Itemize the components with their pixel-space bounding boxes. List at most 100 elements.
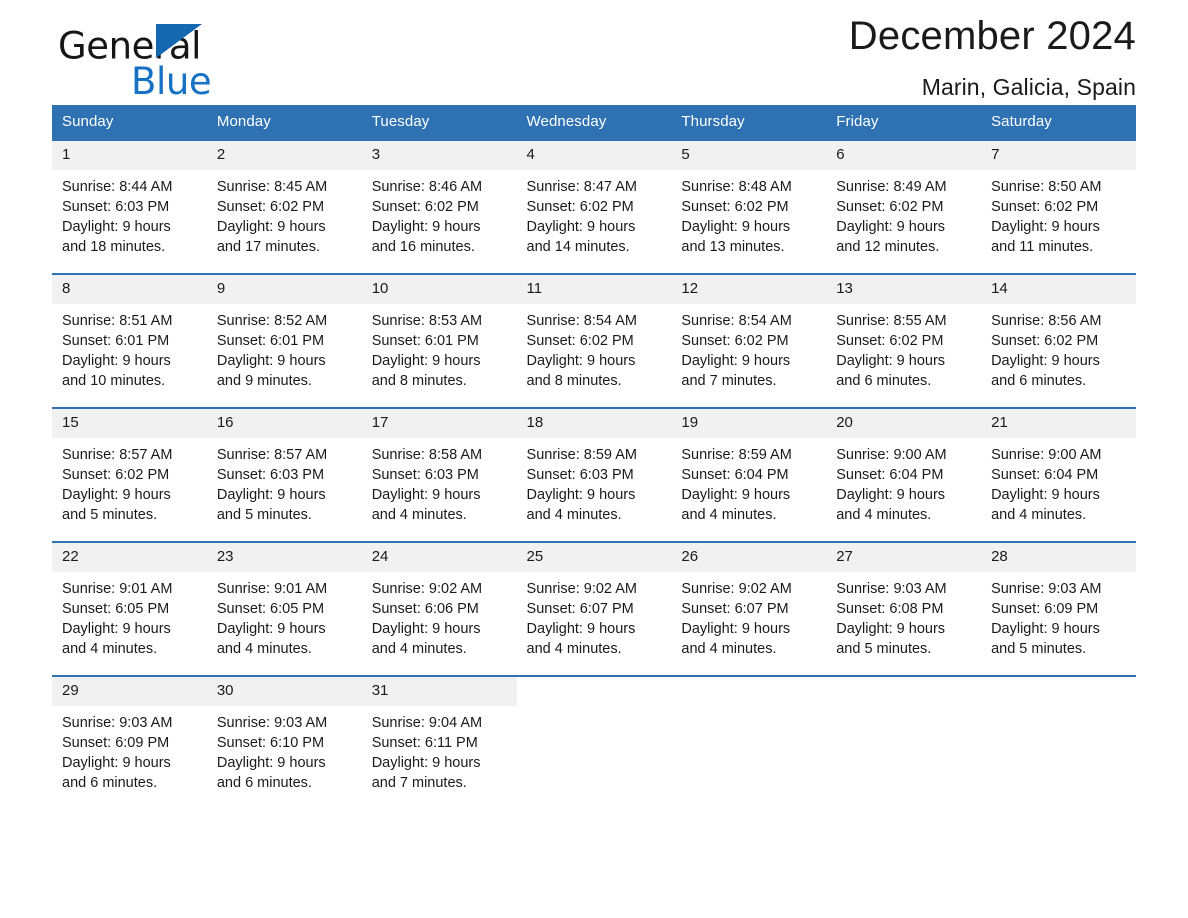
- daylight-text-line2: and 6 minutes.: [62, 774, 158, 791]
- day-number-blank: [516, 677, 672, 703]
- sunset-text: Sunset: 6:02 PM: [991, 198, 1099, 215]
- day-cell[interactable]: 3 Sunrise: 8:46 AM Sunset: 6:02 PM Dayli…: [361, 139, 517, 274]
- generalblue-logo[interactable]: General Blue: [58, 6, 318, 103]
- weekday-header-saturday: Saturday: [981, 105, 1136, 140]
- day-details: Sunrise: 9:04 AM Sunset: 6:11 PM Dayligh…: [362, 706, 517, 793]
- sunset-text: Sunset: 6:02 PM: [681, 198, 789, 215]
- day-cell[interactable]: 28 Sunrise: 9:03 AM Sunset: 6:09 PM Dayl…: [981, 541, 1136, 676]
- weekday-header-tuesday: Tuesday: [361, 105, 517, 140]
- sunrise-text: Sunrise: 8:58 AM: [371, 446, 483, 463]
- day-number: 24: [361, 543, 517, 572]
- daylight-text-line1: Daylight: 9 hours: [62, 486, 171, 503]
- logo-text-blue: Blue: [131, 60, 212, 103]
- day-number: 23: [206, 543, 362, 572]
- day-number: 21: [981, 409, 1136, 438]
- week-row-5: 29 Sunrise: 9:03 AM Sunset: 6:09 PM Dayl…: [52, 675, 1136, 810]
- day-number: 3: [361, 141, 517, 170]
- day-details: Sunrise: 9:00 AM Sunset: 6:04 PM Dayligh…: [826, 438, 981, 525]
- day-details: Sunrise: 9:03 AM Sunset: 6:09 PM Dayligh…: [981, 572, 1136, 659]
- day-cell[interactable]: 21 Sunrise: 9:00 AM Sunset: 6:04 PM Dayl…: [981, 407, 1136, 542]
- sunrise-text: Sunrise: 8:47 AM: [526, 178, 637, 195]
- day-cell[interactable]: 15 Sunrise: 8:57 AM Sunset: 6:02 PM Dayl…: [52, 407, 207, 542]
- day-cell[interactable]: 20 Sunrise: 9:00 AM Sunset: 6:04 PM Dayl…: [826, 407, 982, 542]
- day-cell[interactable]: 11 Sunrise: 8:54 AM Sunset: 6:02 PM Dayl…: [516, 273, 672, 408]
- day-cell[interactable]: 22 Sunrise: 9:01 AM Sunset: 6:05 PM Dayl…: [52, 541, 207, 676]
- sunset-text: Sunset: 6:02 PM: [526, 198, 634, 215]
- day-cell[interactable]: 24 Sunrise: 9:02 AM Sunset: 6:06 PM Dayl…: [361, 541, 517, 676]
- sunset-text: Sunset: 6:09 PM: [62, 734, 170, 751]
- day-cell[interactable]: 29 Sunrise: 9:03 AM Sunset: 6:09 PM Dayl…: [52, 675, 207, 810]
- weekday-header-friday: Friday: [826, 105, 982, 140]
- day-cell[interactable]: 31 Sunrise: 9:04 AM Sunset: 6:11 PM Dayl…: [361, 675, 517, 810]
- sunset-text: Sunset: 6:06 PM: [371, 600, 479, 617]
- day-details: Sunrise: 8:45 AM Sunset: 6:02 PM Dayligh…: [207, 170, 362, 257]
- day-cell[interactable]: 7 Sunrise: 8:50 AM Sunset: 6:02 PM Dayli…: [981, 139, 1136, 274]
- daylight-text-line1: Daylight: 9 hours: [62, 352, 171, 369]
- day-details: Sunrise: 9:02 AM Sunset: 6:07 PM Dayligh…: [517, 572, 672, 659]
- day-cell[interactable]: 10 Sunrise: 8:53 AM Sunset: 6:01 PM Dayl…: [361, 273, 517, 408]
- day-cell[interactable]: 17 Sunrise: 8:58 AM Sunset: 6:03 PM Dayl…: [361, 407, 517, 542]
- daylight-text-line1: Daylight: 9 hours: [836, 218, 946, 235]
- sunset-text: Sunset: 6:03 PM: [216, 466, 325, 483]
- day-cell[interactable]: 6 Sunrise: 8:49 AM Sunset: 6:02 PM Dayli…: [826, 139, 982, 274]
- day-cell[interactable]: 16 Sunrise: 8:57 AM Sunset: 6:03 PM Dayl…: [206, 407, 362, 542]
- day-number: 29: [52, 677, 207, 706]
- day-cell[interactable]: 14 Sunrise: 8:56 AM Sunset: 6:02 PM Dayl…: [981, 273, 1136, 408]
- day-cell[interactable]: 30 Sunrise: 9:03 AM Sunset: 6:10 PM Dayl…: [206, 675, 362, 810]
- day-cell[interactable]: 26 Sunrise: 9:02 AM Sunset: 6:07 PM Dayl…: [671, 541, 827, 676]
- daylight-text-line1: Daylight: 9 hours: [216, 620, 326, 637]
- daylight-text-line2: and 8 minutes.: [371, 372, 467, 389]
- daylight-text-line2: and 4 minutes.: [836, 506, 932, 523]
- daylight-text-line1: Daylight: 9 hours: [62, 754, 171, 771]
- daylight-text-line2: and 7 minutes.: [681, 372, 777, 389]
- sunrise-text: Sunrise: 9:02 AM: [371, 580, 483, 597]
- daylight-text-line1: Daylight: 9 hours: [991, 620, 1100, 637]
- day-cell-empty: [826, 675, 982, 810]
- day-number: 28: [981, 543, 1136, 572]
- day-details: Sunrise: 8:48 AM Sunset: 6:02 PM Dayligh…: [671, 170, 826, 257]
- day-cell[interactable]: 18 Sunrise: 8:59 AM Sunset: 6:03 PM Dayl…: [516, 407, 672, 542]
- day-number: 12: [671, 275, 827, 304]
- day-cell[interactable]: 1 Sunrise: 8:44 AM Sunset: 6:03 PM Dayli…: [52, 139, 207, 274]
- sunset-text: Sunset: 6:07 PM: [681, 600, 789, 617]
- page-title: December 2024: [848, 14, 1136, 58]
- day-cell[interactable]: 23 Sunrise: 9:01 AM Sunset: 6:05 PM Dayl…: [206, 541, 362, 676]
- logo-triangle-icon: [156, 24, 202, 58]
- day-number: 22: [52, 543, 207, 572]
- daylight-text-line2: and 6 minutes.: [216, 774, 312, 791]
- day-number: 18: [516, 409, 672, 438]
- day-cell[interactable]: 8 Sunrise: 8:51 AM Sunset: 6:01 PM Dayli…: [52, 273, 207, 408]
- daylight-text-line2: and 4 minutes.: [526, 506, 622, 523]
- day-cell[interactable]: 4 Sunrise: 8:47 AM Sunset: 6:02 PM Dayli…: [516, 139, 672, 274]
- sunset-text: Sunset: 6:04 PM: [681, 466, 789, 483]
- daylight-text-line1: Daylight: 9 hours: [526, 218, 636, 235]
- day-details: Sunrise: 8:56 AM Sunset: 6:02 PM Dayligh…: [981, 304, 1136, 391]
- daylight-text-line2: and 5 minutes.: [991, 640, 1087, 657]
- day-cell[interactable]: 5 Sunrise: 8:48 AM Sunset: 6:02 PM Dayli…: [671, 139, 827, 274]
- day-details: Sunrise: 8:54 AM Sunset: 6:02 PM Dayligh…: [671, 304, 826, 391]
- day-cell[interactable]: 9 Sunrise: 8:52 AM Sunset: 6:01 PM Dayli…: [206, 273, 362, 408]
- daylight-text-line1: Daylight: 9 hours: [836, 486, 946, 503]
- daylight-text-line1: Daylight: 9 hours: [991, 352, 1100, 369]
- sunset-text: Sunset: 6:02 PM: [836, 332, 944, 349]
- day-number: 31: [361, 677, 517, 706]
- day-cell[interactable]: 2 Sunrise: 8:45 AM Sunset: 6:02 PM Dayli…: [206, 139, 362, 274]
- sunrise-text: Sunrise: 8:56 AM: [991, 312, 1102, 329]
- day-cell-empty: [671, 675, 827, 810]
- sunset-text: Sunset: 6:02 PM: [681, 332, 789, 349]
- sunset-text: Sunset: 6:04 PM: [991, 466, 1099, 483]
- sunrise-text: Sunrise: 8:59 AM: [681, 446, 792, 463]
- page-header: General Blue December 2024 Marin, Galici…: [52, 0, 1136, 105]
- day-details: Sunrise: 9:00 AM Sunset: 6:04 PM Dayligh…: [981, 438, 1136, 525]
- daylight-text-line2: and 6 minutes.: [991, 372, 1087, 389]
- daylight-text-line2: and 5 minutes.: [216, 506, 312, 523]
- day-details: Sunrise: 8:59 AM Sunset: 6:04 PM Dayligh…: [671, 438, 826, 525]
- day-cell[interactable]: 19 Sunrise: 8:59 AM Sunset: 6:04 PM Dayl…: [671, 407, 827, 542]
- day-number: 6: [826, 141, 982, 170]
- day-cell[interactable]: 12 Sunrise: 8:54 AM Sunset: 6:02 PM Dayl…: [671, 273, 827, 408]
- day-cell[interactable]: 25 Sunrise: 9:02 AM Sunset: 6:07 PM Dayl…: [516, 541, 672, 676]
- sunrise-text: Sunrise: 8:57 AM: [62, 446, 173, 463]
- day-cell[interactable]: 13 Sunrise: 8:55 AM Sunset: 6:02 PM Dayl…: [826, 273, 982, 408]
- day-cell[interactable]: 27 Sunrise: 9:03 AM Sunset: 6:08 PM Dayl…: [826, 541, 982, 676]
- sunrise-text: Sunrise: 9:00 AM: [836, 446, 947, 463]
